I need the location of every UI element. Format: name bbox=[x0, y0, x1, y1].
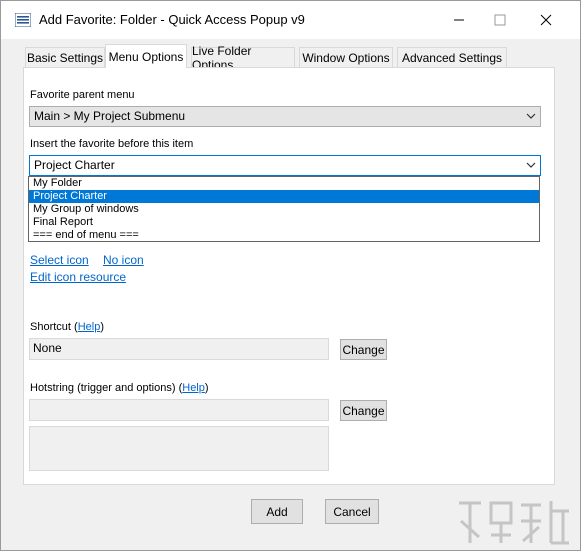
hotstring-help-paren-close: ) bbox=[204, 382, 209, 394]
parent-menu-label: Favorite parent menu bbox=[30, 89, 135, 101]
shortcut-value: None bbox=[33, 341, 62, 355]
list-item[interactable]: My Folder bbox=[29, 177, 539, 190]
hotstring-field bbox=[29, 399, 329, 421]
dialog-window: Add Favorite: Folder - Quick Access Popu… bbox=[0, 0, 581, 551]
tab-advanced-settings[interactable]: Advanced Settings bbox=[397, 47, 507, 67]
window-title: Add Favorite: Folder - Quick Access Popu… bbox=[39, 12, 305, 27]
tab-menu-options[interactable]: Menu Options bbox=[105, 44, 187, 68]
maximize-button[interactable] bbox=[480, 7, 520, 33]
edit-icon-resource-link[interactable]: Edit icon resource bbox=[30, 270, 126, 284]
list-item[interactable]: My Group of windows bbox=[29, 203, 539, 216]
hotstring-label-text: Hotstring (trigger and options) bbox=[30, 382, 176, 394]
minimize-icon bbox=[454, 19, 464, 21]
list-item-selected[interactable]: Project Charter bbox=[29, 190, 539, 203]
hotstring-label: Hotstring (trigger and options) (Help) bbox=[30, 382, 209, 394]
tab-live-folder-options[interactable]: Live Folder Options bbox=[191, 44, 295, 72]
shortcut-change-button[interactable]: Change bbox=[340, 339, 387, 360]
parent-menu-value: Main > My Project Submenu bbox=[34, 109, 186, 123]
insert-before-dropdown-list: My Folder Project Charter My Group of wi… bbox=[28, 176, 540, 242]
minimize-button[interactable] bbox=[439, 7, 479, 33]
tab-basic-settings[interactable]: Basic Settings bbox=[25, 47, 105, 67]
hotstring-change-button[interactable]: Change bbox=[340, 400, 387, 421]
tab-window-options[interactable]: Window Options bbox=[299, 47, 393, 67]
chevron-down-icon bbox=[526, 113, 536, 119]
hotstring-help-link[interactable]: Help bbox=[182, 382, 205, 394]
insert-before-select[interactable]: Project Charter bbox=[29, 155, 541, 176]
select-icon-link[interactable]: Select icon bbox=[30, 253, 89, 267]
hotstring-details-box bbox=[29, 426, 329, 471]
tab-strip: Basic Settings Menu Options Live Folder … bbox=[23, 44, 563, 72]
list-item[interactable]: Final Report bbox=[29, 216, 539, 229]
chevron-down-icon bbox=[526, 162, 536, 168]
maximize-icon bbox=[494, 14, 506, 26]
cancel-button[interactable]: Cancel bbox=[325, 499, 379, 524]
list-item[interactable]: === end of menu === bbox=[29, 229, 539, 242]
shortcut-help-link[interactable]: Help bbox=[78, 321, 101, 333]
parent-menu-select[interactable]: Main > My Project Submenu bbox=[29, 106, 541, 127]
no-icon-link[interactable]: No icon bbox=[103, 253, 144, 267]
close-icon bbox=[540, 14, 552, 26]
shortcut-label: Shortcut (Help) bbox=[30, 321, 104, 333]
insert-before-label: Insert the favorite before this item bbox=[30, 138, 194, 150]
add-button[interactable]: Add bbox=[251, 499, 303, 524]
shortcut-label-text: Shortcut bbox=[30, 321, 71, 333]
shortcut-help-paren-close: ) bbox=[100, 321, 104, 333]
insert-before-value: Project Charter bbox=[34, 158, 115, 172]
shortcut-field: None bbox=[29, 338, 329, 360]
title-bar: Add Favorite: Folder - Quick Access Popu… bbox=[1, 1, 580, 39]
app-icon bbox=[15, 13, 31, 27]
watermark-logo bbox=[459, 501, 569, 545]
close-button[interactable] bbox=[526, 7, 566, 33]
